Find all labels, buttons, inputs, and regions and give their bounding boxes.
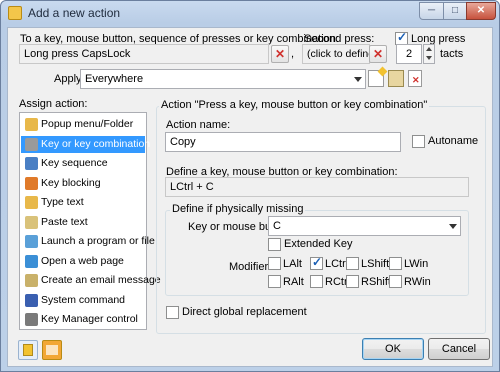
action-list-item[interactable]: Key or key combination: [21, 135, 150, 153]
extended-key-checkbox[interactable]: [268, 238, 281, 251]
missing-group-title: Define if physically missing: [170, 203, 306, 215]
action-list-item-label: Key blocking: [41, 176, 101, 189]
action-list-item-label: Popup menu/Folder: [41, 118, 134, 130]
tacts-label: tacts: [440, 48, 464, 60]
paste-text-icon: [25, 215, 38, 229]
dialog-window: Add a new action ─ □ ✕ To a key, mouse b…: [0, 0, 500, 372]
second-press-field[interactable]: (click to define): [302, 44, 370, 64]
key-select[interactable]: C: [268, 216, 461, 236]
action-name-label: Action name:: [166, 119, 231, 131]
action-list-item-label: Key Manager control: [41, 313, 138, 325]
tacts-spinner[interactable]: [423, 44, 435, 64]
action-list-item-label: Paste text: [41, 215, 88, 228]
modifiers-label: Modifiers: [229, 261, 274, 273]
modifier-label: LCtrl: [325, 258, 349, 270]
autoname-checkbox[interactable]: [412, 135, 425, 148]
chevron-down-icon: [354, 77, 362, 82]
maximize-button[interactable]: □: [443, 2, 467, 20]
action-list-item[interactable]: System command: [21, 292, 145, 309]
modifier-label: LAlt: [283, 258, 302, 270]
delete-program-icon[interactable]: ✕: [408, 70, 422, 87]
modifier-label: RShift: [361, 276, 391, 288]
action-list-item[interactable]: Key blocking: [21, 175, 145, 192]
modifier-checkbox[interactable]: [389, 257, 402, 270]
pencil-icon: [23, 344, 33, 356]
modifier-label: RWin: [404, 276, 431, 288]
modifier-checkbox[interactable]: [268, 257, 281, 270]
action-list-item[interactable]: Key sequence: [21, 155, 145, 172]
action-list-item[interactable]: Key Manager control: [21, 311, 145, 328]
apply-select[interactable]: Everywhere: [80, 69, 366, 89]
modifier-label: LWin: [404, 258, 429, 270]
modifier-checkbox[interactable]: [310, 255, 323, 270]
apply-label: Apply: [54, 73, 82, 85]
toggle-list-button[interactable]: [18, 340, 38, 360]
extended-key-label: Extended Key: [284, 238, 353, 250]
cancel-button[interactable]: Cancel: [428, 338, 490, 360]
system-command-icon: [25, 293, 38, 307]
modifier-checkbox[interactable]: [268, 275, 281, 288]
action-list-item-label: Type text: [41, 196, 84, 208]
launch-program-icon: [25, 235, 38, 248]
folder-icon: [25, 118, 38, 131]
define-field[interactable]: LCtrl + C: [165, 177, 469, 197]
red-x-icon: ✕: [274, 47, 286, 61]
app-icon: [8, 6, 22, 20]
modifier-checkbox[interactable]: [346, 257, 359, 270]
key-sequence-icon: [25, 157, 38, 170]
direct-global-label: Direct global replacement: [182, 306, 307, 318]
action-list-item[interactable]: Popup menu/Folder: [21, 116, 145, 133]
email-icon: [25, 274, 38, 287]
modifier-checkbox[interactable]: [389, 275, 402, 288]
globe-icon: [25, 254, 38, 268]
action-list-item-label: Launch a program or file: [41, 235, 155, 247]
direct-global-checkbox[interactable]: [166, 306, 179, 319]
action-list-item-label: Create an email message: [41, 274, 161, 286]
key-manager-button[interactable]: [42, 340, 62, 360]
key-blocking-icon: [25, 176, 38, 190]
action-list-item[interactable]: Launch a program or file: [21, 233, 155, 250]
modifier-label: LShift: [361, 258, 390, 270]
spinner-up-icon[interactable]: [426, 47, 432, 51]
action-list-item-label: Open a web page: [41, 254, 124, 267]
minimize-button[interactable]: ─: [419, 2, 444, 20]
action-list-item-label: Key sequence: [41, 157, 108, 169]
action-list-item[interactable]: Create an email message: [21, 272, 161, 289]
dialog-client: To a key, mouse button, sequence of pres…: [7, 27, 493, 367]
autoname-label: Autoname: [428, 135, 479, 147]
type-text-icon: [25, 196, 38, 209]
action-list-item[interactable]: Type text: [21, 194, 145, 211]
spinner-down-icon[interactable]: [426, 56, 432, 60]
edit-program-icon[interactable]: [388, 70, 404, 87]
key-select-value: C: [273, 220, 281, 232]
action-type-list[interactable]: Popup menu/Folder Key or key combination K…: [19, 112, 161, 330]
action-group-title: Action "Press a key, mouse button or key…: [159, 99, 430, 111]
title-bar[interactable]: Add a new action ─ □ ✕: [1, 1, 499, 25]
key-manager-icon: [46, 345, 58, 355]
window-title: Add a new action: [28, 6, 121, 20]
tacts-count-input[interactable]: 2: [396, 44, 422, 64]
clear-first-press-button[interactable]: ✕: [271, 45, 289, 63]
apply-select-value: Everywhere: [85, 73, 144, 85]
action-list-item-label: Key or key combination: [41, 137, 151, 150]
modifier-label: RAlt: [283, 276, 304, 288]
close-button[interactable]: ✕: [466, 2, 496, 20]
action-name-input[interactable]: Copy: [165, 132, 401, 152]
first-press-field[interactable]: Long press CapsLock: [19, 44, 269, 64]
modifier-checkbox[interactable]: [310, 275, 323, 288]
new-program-icon[interactable]: [368, 66, 388, 87]
action-list-item[interactable]: Paste text: [21, 214, 145, 231]
modifier-checkbox[interactable]: [346, 275, 359, 288]
assign-action-label: Assign action:: [19, 98, 88, 110]
ok-button[interactable]: OK: [362, 338, 424, 360]
chevron-down-icon: [449, 224, 457, 229]
red-x-icon: ✕: [372, 47, 384, 61]
action-list-item[interactable]: Open a web page: [21, 253, 145, 270]
keyboard-icon: [25, 137, 38, 151]
action-list-item-label: System command: [41, 293, 126, 306]
press-separator: ,: [291, 48, 295, 60]
key-manager-icon: [25, 313, 38, 326]
clear-second-press-button[interactable]: ✕: [369, 45, 387, 63]
